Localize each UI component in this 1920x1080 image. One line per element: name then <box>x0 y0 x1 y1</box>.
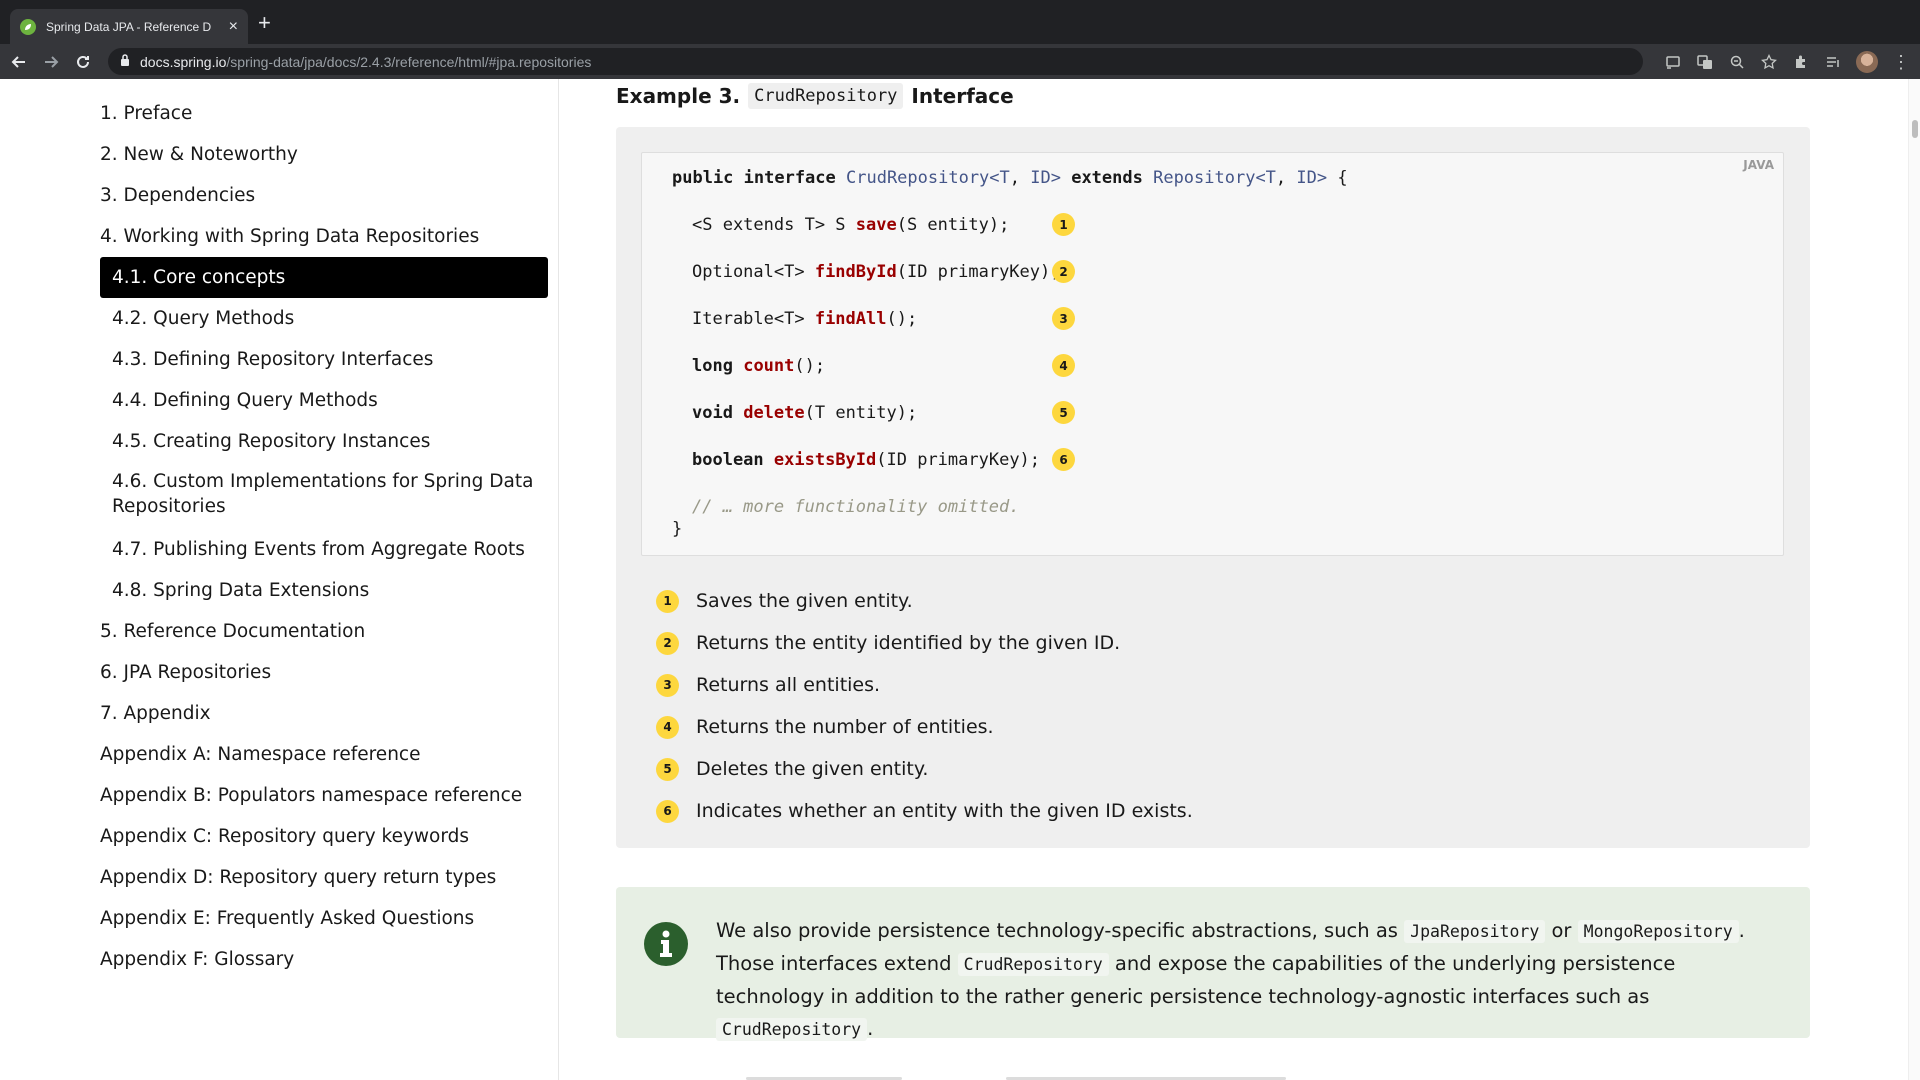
callout-item: 3 Returns all entities. <box>656 664 1193 706</box>
toolbar-actions: ⋮ <box>1664 48 1910 75</box>
code-language-label: JAVA <box>1743 158 1774 172</box>
toc-item[interactable]: 2. New & Noteworthy <box>100 134 548 175</box>
browser-tab[interactable]: Spring Data JPA - Reference D × <box>10 9 248 44</box>
admonition-note: We also provide persistence technology-s… <box>616 887 1810 1041</box>
callout-text: Returns the entity identified by the giv… <box>696 632 1121 654</box>
toc-item[interactable]: 4. Working with Spring Data Repositories <box>100 216 548 257</box>
code-line: long count(); <box>692 356 826 376</box>
toc-item-active[interactable]: 4.1. Core concepts <box>100 257 548 298</box>
callout-text: Deletes the given entity. <box>696 758 929 780</box>
example-code-name: CrudRepository <box>748 83 904 109</box>
url-host: docs.spring.io <box>140 53 227 70</box>
toc-item[interactable]: 6. JPA Repositories <box>100 652 548 693</box>
code-line: public interface CrudRepository<T, ID> e… <box>672 168 1348 188</box>
callout-badge: 3 <box>1052 307 1075 330</box>
inline-code: CrudRepository <box>957 953 1109 976</box>
browser-toolbar: docs.spring.io/spring-data/jpa/docs/2.4.… <box>0 44 1920 79</box>
translate-icon[interactable] <box>1696 53 1714 71</box>
page-scrollbar[interactable] <box>1908 79 1920 1080</box>
callout-badge: 5 <box>1052 401 1075 424</box>
profile-avatar[interactable] <box>1856 50 1878 73</box>
inline-code: JpaRepository <box>1404 920 1546 943</box>
code-line: <S extends T> S save(S entity); <box>692 215 1010 235</box>
toc-item[interactable]: Appendix A: Namespace reference <box>100 734 548 775</box>
toc-item[interactable]: 7. Appendix <box>100 693 548 734</box>
code-line: Iterable<T> findAll(); <box>692 309 918 329</box>
callout-item: 6 Indicates whether an entity with the gi… <box>656 790 1193 832</box>
info-icon <box>644 922 688 966</box>
code-line: } <box>672 519 683 539</box>
callout-text: Saves the given entity. <box>696 590 913 612</box>
callout-badge: 5 <box>656 757 679 781</box>
toc-item[interactable]: Appendix D: Repository query return type… <box>100 857 548 898</box>
code-line: boolean existsById(ID primaryKey); <box>692 450 1041 470</box>
callout-badge: 2 <box>656 631 679 655</box>
toc-item[interactable]: 3. Dependencies <box>100 175 548 216</box>
code-comment: // … more functionality omitted. <box>692 497 1020 517</box>
inline-code: MongoRepository <box>1577 920 1739 943</box>
url-path: /spring-data/jpa/docs/2.4.3/reference/ht… <box>226 53 592 70</box>
inline-code: CrudRepository <box>716 1018 868 1041</box>
page: 1. Preface 2. New & Noteworthy 3. Depend… <box>0 79 1920 1080</box>
callout-badge: 4 <box>656 715 679 739</box>
callout-item: 5 Deletes the given entity. <box>656 748 1193 790</box>
callout-item: 2 Returns the entity identified by the gi… <box>656 622 1193 664</box>
code-line: void delete(T entity); <box>692 403 918 423</box>
callout-badge: 1 <box>656 589 679 613</box>
code-listing[interactable]: JAVA public interface CrudRepository<T, … <box>641 152 1784 556</box>
toc-sidebar: 1. Preface 2. New & Noteworthy 3. Depend… <box>0 79 559 1080</box>
toc-item[interactable]: 5. Reference Documentation <box>100 611 548 652</box>
callout-text: Returns the number of entities. <box>696 716 994 738</box>
toc-item[interactable]: 4.6. Custom Implementations for Spring D… <box>100 462 548 529</box>
lock-icon[interactable] <box>120 53 130 71</box>
extensions-icon[interactable] <box>1792 53 1810 71</box>
callout-item: 1 Saves the given entity. <box>656 580 1193 622</box>
callout-list: 1 Saves the given entity. 2 Returns the en… <box>656 580 1193 832</box>
callout-badge: 2 <box>1052 260 1075 283</box>
callout-badge: 6 <box>656 799 679 823</box>
example-block: JAVA public interface CrudRepository<T, … <box>616 127 1810 848</box>
browser-tab-strip: Spring Data JPA - Reference D × + <box>0 0 1920 44</box>
toc-item[interactable]: Appendix F: Glossary <box>100 939 548 980</box>
tab-close-icon[interactable]: × <box>229 18 238 35</box>
reload-icon[interactable] <box>70 49 96 75</box>
note-text: We also provide persistence technology-s… <box>716 919 1745 1041</box>
browser-menu-icon[interactable]: ⋮ <box>1892 53 1910 71</box>
toc-item[interactable]: 4.4. Defining Query Methods <box>100 380 548 421</box>
toc-item[interactable]: Appendix C: Repository query keywords <box>100 816 548 857</box>
callout-item: 4 Returns the number of entities. <box>656 706 1193 748</box>
toc-item[interactable]: 4.2. Query Methods <box>100 298 548 339</box>
callout-badge: 6 <box>1052 448 1075 471</box>
toc-item[interactable]: 1. Preface <box>100 93 548 134</box>
toc-item[interactable]: 4.7. Publishing Events from Aggregate Ro… <box>100 529 548 570</box>
forward-icon[interactable] <box>38 49 64 75</box>
callout-badge: 4 <box>1052 354 1075 377</box>
new-tab-button[interactable]: + <box>258 12 271 34</box>
tab-title: Spring Data JPA - Reference D <box>46 19 212 34</box>
toc-item[interactable]: 4.8. Spring Data Extensions <box>100 570 548 611</box>
code-line: Optional<T> findById(ID primaryKey); <box>692 262 1061 282</box>
callout-badge: 1 <box>1052 213 1075 236</box>
bookmark-star-icon[interactable] <box>1760 53 1778 71</box>
reading-list-icon[interactable] <box>1824 53 1842 71</box>
cast-icon[interactable] <box>1664 53 1682 71</box>
address-bar[interactable]: docs.spring.io/spring-data/jpa/docs/2.4.… <box>108 48 1643 75</box>
example-title: Example 3. CrudRepository Interface <box>616 83 1014 109</box>
callout-badge: 3 <box>656 673 679 697</box>
example-prefix: Example 3. <box>616 84 741 108</box>
callout-text: Indicates whether an entity with the giv… <box>696 800 1193 822</box>
example-suffix: Interface <box>911 84 1014 108</box>
zoom-icon[interactable] <box>1728 53 1746 71</box>
url-text[interactable]: docs.spring.io/spring-data/jpa/docs/2.4.… <box>140 54 591 70</box>
table-of-contents: 1. Preface 2. New & Noteworthy 3. Depend… <box>100 93 548 980</box>
toc-item[interactable]: Appendix E: Frequently Asked Questions <box>100 898 548 939</box>
toc-item[interactable]: 4.3. Defining Repository Interfaces <box>100 339 548 380</box>
back-icon[interactable] <box>6 49 32 75</box>
toc-item[interactable]: 4.5. Creating Repository Instances <box>100 421 548 462</box>
scrollbar-thumb[interactable] <box>1912 120 1918 138</box>
spring-favicon-icon <box>20 18 36 35</box>
callout-text: Returns all entities. <box>696 674 881 696</box>
toc-item[interactable]: Appendix B: Populators namespace referen… <box>100 775 548 816</box>
